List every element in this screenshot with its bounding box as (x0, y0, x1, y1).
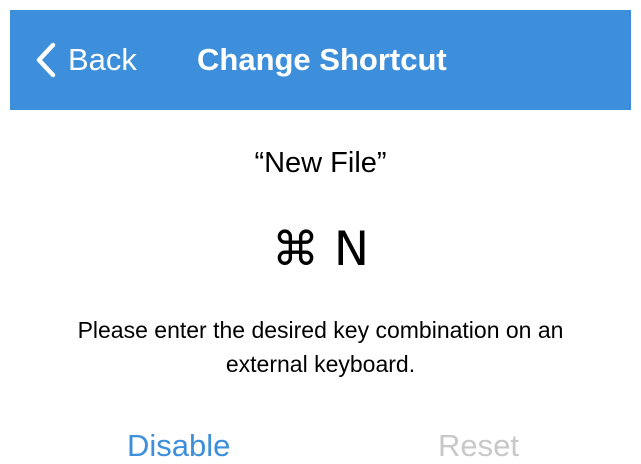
instructions-text: Please enter the desired key combination… (0, 313, 641, 381)
shortcut-command-name: “New File” (254, 147, 387, 179)
reset-button[interactable]: Reset (438, 424, 519, 464)
instructions-line-1: Please enter the desired key combination… (77, 317, 564, 343)
page-title: Change Shortcut (197, 42, 447, 77)
navigation-bar: Back Change Shortcut (10, 10, 631, 110)
change-shortcut-screen: Back Change Shortcut “New File” ⌘ N Plea… (0, 0, 641, 464)
instructions-line-2: external keyboard. (225, 351, 416, 377)
chevron-left-icon (36, 42, 56, 78)
disable-button[interactable]: Disable (127, 424, 230, 464)
shortcut-key-combination: ⌘ N (271, 222, 370, 277)
action-buttons: Disable Reset (0, 424, 641, 464)
back-label: Back (68, 42, 137, 77)
back-button[interactable]: Back (36, 40, 137, 80)
